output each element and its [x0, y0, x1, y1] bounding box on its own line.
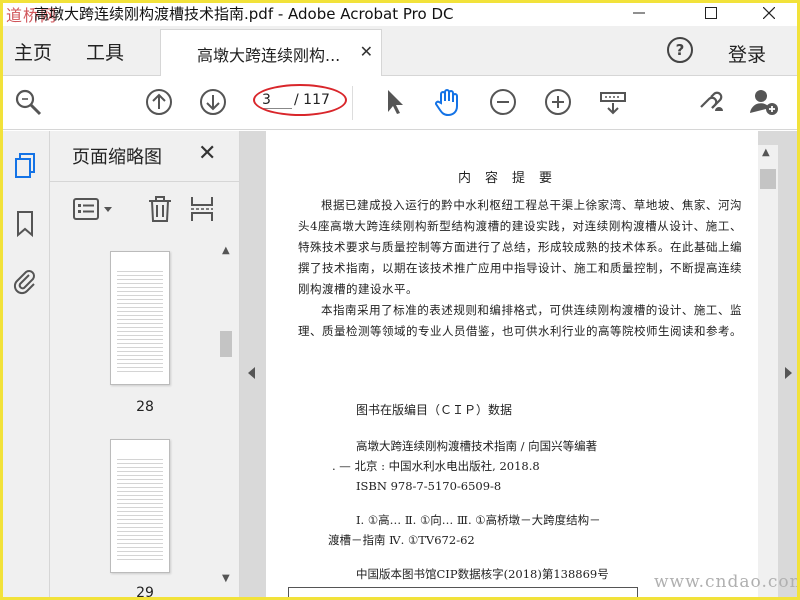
add-user-icon[interactable]	[748, 86, 780, 118]
document-viewer: 内容提要 根据已建成投入运行的黔中水利枢纽工程总干渠上徐家湾、草地坡、焦家、河沟…	[240, 131, 800, 600]
zoom-in-icon[interactable]	[542, 86, 574, 118]
zoom-out-icon[interactable]	[487, 86, 519, 118]
thumbnail-label: 28	[136, 399, 154, 415]
next-page-icon[interactable]	[197, 86, 229, 118]
share-link-icon[interactable]	[695, 86, 727, 118]
page-thumbnail[interactable]	[110, 439, 170, 573]
tab-tools[interactable]: 工具	[86, 38, 124, 65]
minimize-button[interactable]	[616, 0, 662, 26]
abstract-paragraph: 本指南采用了标准的表述规则和编排格式，可供连续刚构渡槽的设计、施工、监理、质量检…	[298, 303, 742, 338]
thumbnail-label: 29	[136, 585, 154, 600]
previous-page-icon[interactable]	[143, 86, 175, 118]
panel-close-icon[interactable]: ✕	[198, 141, 216, 166]
hand-tool-icon[interactable]	[432, 86, 464, 118]
window-title: 高墩大跨连续刚构渡槽技术指南.pdf - Adobe Acrobat Pro D…	[34, 5, 454, 23]
document-scrollbar[interactable]: ▲	[758, 145, 778, 600]
scrollbar-thumb[interactable]	[220, 331, 232, 357]
search-icon[interactable]	[12, 86, 44, 118]
expand-right-pane-icon[interactable]	[785, 367, 792, 379]
abstract-paragraph: 根据已建成投入运行的黔中水利枢纽工程总干渠上徐家湾、草地坡、焦家、河沟头4座高墩…	[298, 198, 742, 296]
minimize-icon	[633, 12, 645, 14]
bookmarks-icon[interactable]	[10, 209, 40, 239]
maximize-button[interactable]	[688, 0, 734, 26]
login-button[interactable]: 登录	[728, 40, 766, 67]
cip-line: 高墩大跨连续刚构渡槽技术指南 / 向国兴等编著	[356, 439, 598, 453]
tab-bar: 主页 工具 高墩大跨连续刚构... ✕ ? 登录	[0, 26, 800, 77]
scroll-up-icon[interactable]: ▲	[222, 245, 230, 256]
thumbnail-scrollbar[interactable]: ▲ ▼	[218, 241, 234, 593]
navigation-rail	[0, 131, 50, 600]
page-thumbnail[interactable]	[110, 251, 170, 385]
page-display-icon[interactable]	[597, 86, 629, 118]
thumbnail-text-lines	[117, 268, 163, 372]
attachments-icon[interactable]	[10, 266, 40, 296]
cip-line: ISBN 978-7-5170-6509-8	[356, 479, 502, 493]
tab-document[interactable]: 高墩大跨连续刚构... ✕	[160, 29, 382, 77]
watermark: www.cndao.com	[654, 572, 800, 592]
panel-title: 页面缩略图	[72, 147, 162, 168]
cip-line: 渡槽－指南 Ⅳ. ①TV672-62	[328, 533, 475, 547]
thumbnail-options-icon[interactable]	[72, 194, 116, 224]
page-table-edge	[288, 587, 638, 600]
close-window-button[interactable]	[746, 0, 792, 26]
tab-home[interactable]: 主页	[14, 38, 52, 65]
thumbnail-text-lines	[117, 456, 163, 560]
page-thumbnails-icon[interactable]	[10, 151, 40, 181]
pdf-page: 内容提要 根据已建成投入运行的黔中水利枢纽工程总干渠上徐家湾、草地坡、焦家、河沟…	[266, 131, 758, 600]
page-number-highlight	[253, 84, 347, 116]
cip-block: 图书在版编目（ＣＩＰ）数据 高墩大跨连续刚构渡槽技术指南 / 向国兴等编著 . …	[328, 401, 736, 584]
page-heading: 内容提要	[457, 171, 566, 186]
tab-close-icon[interactable]: ✕	[360, 42, 373, 61]
cip-line: . — 北京 : 中国水利水电出版社, 2018.8	[332, 459, 540, 473]
scroll-down-icon[interactable]: ▼	[222, 573, 230, 584]
cip-title: 图书在版编目（ＣＩＰ）数据	[356, 403, 513, 417]
collapse-left-pane-icon[interactable]	[248, 367, 255, 379]
title-bar: 道桥网 高墩大跨连续刚构渡槽技术指南.pdf - Adobe Acrobat P…	[0, 0, 800, 26]
thumbnails-panel: 页面缩略图 ✕ 28 29 ▲ ▼	[50, 131, 240, 600]
toolbar: 3 / 117	[0, 76, 800, 130]
help-icon[interactable]: ?	[667, 37, 693, 63]
delete-page-icon[interactable]	[146, 194, 174, 224]
maximize-icon	[705, 7, 717, 19]
abstract-body: 根据已建成投入运行的黔中水利枢纽工程总干渠上徐家湾、草地坡、焦家、河沟头4座高墩…	[298, 195, 742, 342]
scrollbar-thumb[interactable]	[760, 169, 776, 189]
scroll-up-icon[interactable]: ▲	[762, 147, 770, 158]
tab-document-label: 高墩大跨连续刚构...	[197, 46, 341, 65]
panel-toolbar	[50, 181, 240, 235]
toolbar-divider	[352, 86, 353, 120]
cip-line: Ⅰ. ①高… Ⅱ. ①向… Ⅲ. ①高桥墩－大跨度结构－	[356, 513, 601, 527]
select-arrow-icon[interactable]	[378, 86, 410, 118]
extract-pages-icon[interactable]	[188, 194, 216, 224]
close-icon	[763, 7, 775, 19]
